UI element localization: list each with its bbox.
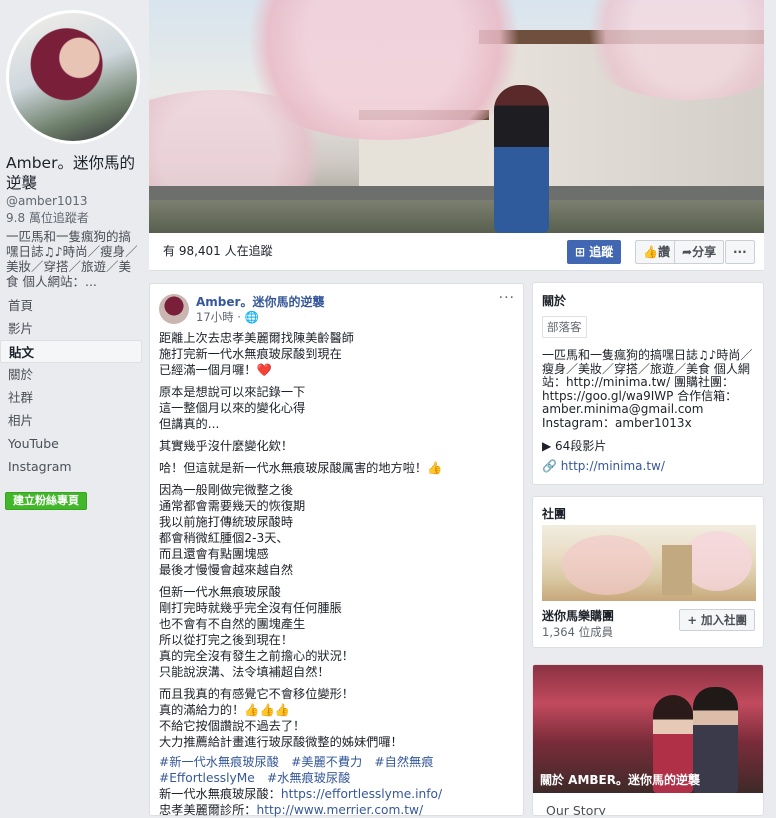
post-paragraph: 但新一代水無痕玻尿酸 剛打完時就幾乎完全沒有任何腫脹 也不會有不自然的團塊產生 … [159,585,354,679]
post-time[interactable]: 17小時 · 🌐 [196,309,259,325]
about-heading[interactable]: 關於 [542,292,566,309]
follow-icon: ⊞ [575,245,590,259]
nav-community[interactable]: 社群 [0,386,142,409]
link-label: 新一代水無痕玻尿酸： [159,787,281,801]
post-hashtags[interactable]: #新一代水無痕玻尿酸 #美麗不費力 #自然無痕 [159,754,519,770]
post-paragraph: 因為一般剛做完微整之後 通常都會需要幾天的恢復期 我以前施打傳統玻尿酸時 都會稍… [159,483,306,577]
profile-avatar[interactable] [6,10,140,144]
nav-photos[interactable]: 相片 [0,409,142,432]
groups-heading[interactable]: 社團 [542,505,566,522]
post-avatar[interactable] [159,294,189,324]
post-author[interactable]: Amber。迷你馬的逆襲 [196,293,324,310]
page-nav: 首頁 影片 貼文 關於 社群 相片 YouTube Instagram [0,294,142,478]
website-link[interactable]: 🔗 http://minima.tw/ [542,459,665,473]
follower-count: 9.8 萬位追蹤者 [6,211,89,225]
cover-photo[interactable] [149,0,764,233]
about-text: 一匹馬和一隻瘋狗的搞嘿日誌♫♪時尚／瘦身／美妝／穿搭／旅遊／美食 個人網站：ht… [542,348,753,430]
follow-button[interactable]: ⊞ 追蹤 [567,240,622,264]
more-button[interactable]: ··· [725,240,755,264]
link-icon: 🔗 [542,459,561,473]
link-label: 忠孝美麗爾診所： [159,803,257,817]
nav-instagram[interactable]: Instagram [0,455,142,478]
about-card: 關於 部落客 一匹馬和一隻瘋狗的搞嘿日誌♫♪時尚／瘦身／美妝／穿搭／旅遊／美食 … [532,282,764,485]
groups-card: 社團 迷你馬樂購團 1,364 位成員 + 加入社團 [532,496,764,648]
post-timestamp: 17小時 · [196,310,245,324]
page-name[interactable]: Amber。迷你馬的逆襲 [6,153,146,193]
website-url: http://minima.tw/ [560,459,665,473]
nav-home[interactable]: 首頁 [0,294,142,317]
post-paragraph: 原本是想說可以來記錄一下 這一整個月以來的變化心得 但講真的... [159,385,306,431]
share-label: 分享 [692,245,717,259]
share-icon: ➦ [682,245,693,259]
post-paragraph: 距離上次去忠孝美麗爾找陳美齡醫師 施打完新一代水無痕玻尿酸到現在 已經滿一個月囉… [159,331,354,377]
follow-label: 追蹤 [589,245,614,259]
avatar-image [9,13,137,141]
post-hashtags[interactable]: #EffortlesslyMe #水無痕玻尿酸 [159,770,519,786]
group-cover-image[interactable] [542,525,756,601]
post-card: Amber。迷你馬的逆襲 17小時 · 🌐 ··· 距離上次去忠孝美麗爾找陳美齡… [149,283,524,818]
like-button[interactable]: 👍讚 [635,240,678,264]
share-button[interactable]: ➦分享 [674,240,725,264]
category-badge[interactable]: 部落客 [542,316,587,338]
post-link[interactable]: https://effortlesslyme.info/ [281,787,442,801]
cover-person [494,85,549,233]
story-card: 關於 AMBER。迷你馬的逆襲 Our Story [532,664,764,816]
join-group-button[interactable]: + 加入社團 [679,609,755,631]
thumbs-up-icon: 👍 [643,245,658,259]
post-body: 距離上次去忠孝美麗爾找陳美齡醫師 施打完新一代水無痕玻尿酸到現在 已經滿一個月囉… [159,330,519,818]
left-column: Amber。迷你馬的逆襲 @amber1013 9.8 萬位追蹤者 一匹馬和一隻… [0,0,148,816]
videos-link[interactable]: ▶ 64段影片 [542,437,606,454]
videos-label: 64段影片 [555,439,607,453]
post-paragraph: 其實幾乎沒什麼變化欸！ [159,439,294,453]
nav-posts[interactable]: 貼文 [0,340,142,363]
post-options-icon[interactable]: ··· [499,290,515,306]
nav-youtube[interactable]: YouTube [0,432,142,455]
group-name[interactable]: 迷你馬樂購團 [542,607,614,624]
group-members: 1,364 位成員 [542,625,614,639]
page-handle[interactable]: @amber1013 [6,194,88,208]
globe-icon: 🌐 [244,310,259,324]
create-page-button[interactable]: 建立粉絲專頁 [5,492,87,510]
nav-about[interactable]: 關於 [0,363,142,386]
story-overlay-label: 關於 AMBER。迷你馬的逆襲 [540,773,700,787]
play-icon: ▶ [542,439,556,453]
post-paragraph: 而且我真的有感覺它不會移位變形！ 真的滿給力的！👍👍👍 不給它按個讚說不過去了！… [159,687,403,749]
post-link[interactable]: http://www.merrier.com.tw/ [257,803,424,817]
following-count: 有 98,401 人在追蹤 [163,244,273,258]
like-label: 讚 [657,245,670,259]
nav-videos[interactable]: 影片 [0,317,142,340]
post-link-line: 新一代水無痕玻尿酸：https://effortlesslyme.info/ [159,786,519,802]
story-title[interactable]: Our Story [546,803,606,815]
post-paragraph: 哈！但這就是新一代水無痕玻尿酸厲害的地方啦！👍 [159,461,443,475]
page-action-bar: 有 98,401 人在追蹤 ⊞ 追蹤 👍讚 ➦分享 ··· [149,233,764,271]
page-tagline: 一匹馬和一隻瘋狗的搞嘿日誌♫♪時尚／瘦身／美妝／穿搭／旅遊／美食 個人網站：..… [6,229,138,289]
